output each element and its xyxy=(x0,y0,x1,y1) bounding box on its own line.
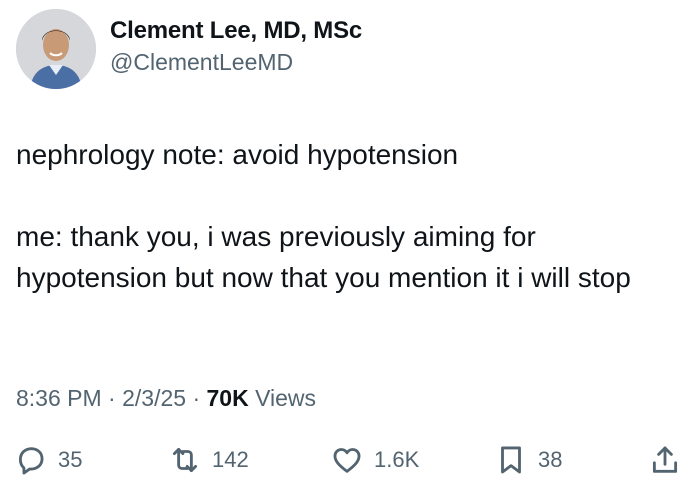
avatar-portrait xyxy=(16,9,96,89)
reply-count: 35 xyxy=(58,447,83,472)
like-icon xyxy=(333,448,361,473)
tweet-date[interactable]: 2/3/25 xyxy=(122,385,186,411)
bookmark-icon xyxy=(501,446,521,474)
tweet-meta: 8:36 PM · 2/3/25 · 70K Views xyxy=(16,382,316,414)
tweet-time[interactable]: 8:36 PM xyxy=(16,385,102,411)
repost-icon xyxy=(172,447,198,473)
views-count: 70K xyxy=(206,385,249,411)
meta-separator: · xyxy=(108,385,116,411)
like-button[interactable]: 1.6K xyxy=(330,440,419,480)
meta-separator: · xyxy=(192,385,201,411)
tweet-header: Clement Lee, MD, MSc @ClementLeeMD xyxy=(16,9,362,89)
views-label: Views xyxy=(255,385,317,411)
tweet-paragraph: me: thank you, i was previously aiming f… xyxy=(16,221,631,293)
reply-button[interactable]: 35 xyxy=(14,440,82,480)
avatar[interactable] xyxy=(16,9,96,89)
bookmark-count: 38 xyxy=(538,447,563,472)
user-handle[interactable]: @ClementLeeMD xyxy=(110,47,362,77)
tweet-text: nephrology note: avoid hypotension me: t… xyxy=(16,134,676,298)
reply-icon xyxy=(18,447,44,475)
bookmark-button[interactable]: 38 xyxy=(494,440,562,480)
share-icon xyxy=(652,446,678,473)
like-count: 1.6K xyxy=(374,447,420,472)
author-names: Clement Lee, MD, MSc @ClementLeeMD xyxy=(110,16,362,77)
tweet-paragraph: nephrology note: avoid hypotension xyxy=(16,139,459,170)
repost-button[interactable]: 142 xyxy=(168,440,249,480)
share-button[interactable] xyxy=(648,440,682,480)
action-bar: 35 142 1.6K 38 xyxy=(0,440,700,480)
repost-count: 142 xyxy=(212,447,249,472)
display-name[interactable]: Clement Lee, MD, MSc xyxy=(110,16,362,46)
